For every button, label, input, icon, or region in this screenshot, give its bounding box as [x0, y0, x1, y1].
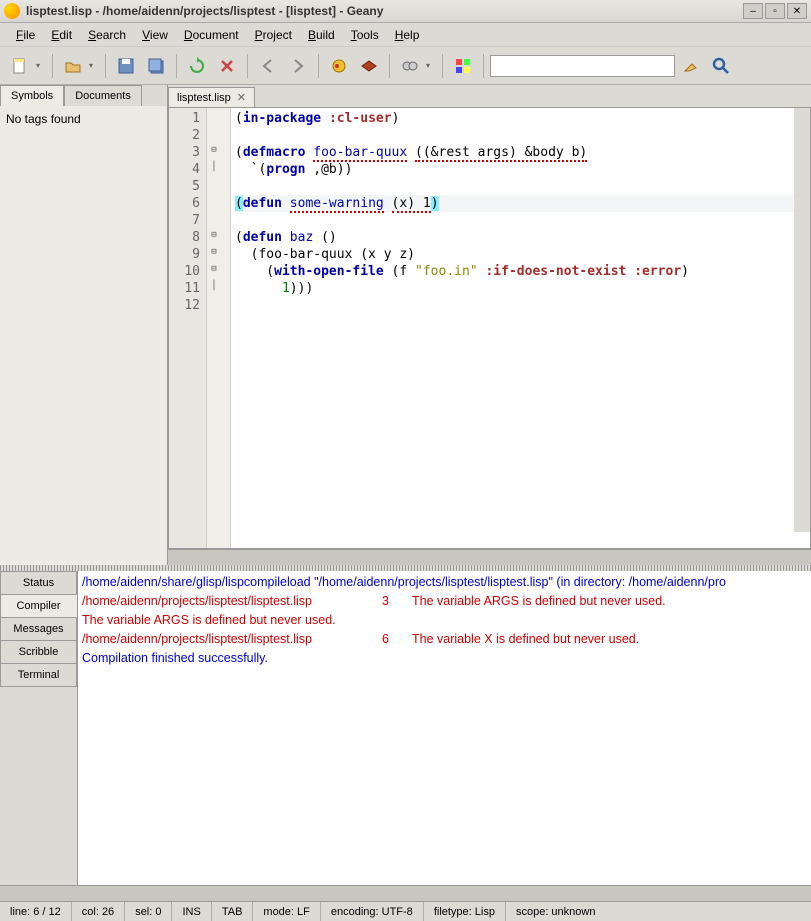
- close-button[interactable]: ✕: [787, 3, 807, 19]
- app-icon: [4, 3, 20, 19]
- status-tab: TAB: [212, 902, 254, 921]
- color-chooser-button[interactable]: [449, 52, 477, 80]
- status-mode: mode: LF: [253, 902, 320, 921]
- window-title: lisptest.lisp - /home/aidenn/projects/li…: [26, 4, 743, 18]
- compiler-output[interactable]: /home/aidenn/share/glisp/lispcompileload…: [78, 571, 811, 885]
- status-col: col: 26: [72, 902, 125, 921]
- save-all-button[interactable]: [142, 52, 170, 80]
- line-number-gutter: 123456789101112: [169, 108, 207, 548]
- status-scope: scope: unknown: [506, 902, 811, 921]
- find-button[interactable]: [707, 52, 735, 80]
- messages-horizontal-scrollbar[interactable]: [0, 885, 811, 901]
- open-dropdown[interactable]: ▾: [89, 61, 99, 70]
- message-tabs: Status Compiler Messages Scribble Termin…: [0, 571, 78, 885]
- margin-gutter: [221, 108, 231, 548]
- nav-back-button[interactable]: [254, 52, 282, 80]
- toolbar: ▾ ▾ ▾: [0, 47, 811, 85]
- reload-button[interactable]: [183, 52, 211, 80]
- msg-tab-messages[interactable]: Messages: [0, 617, 77, 641]
- close-file-button[interactable]: [213, 52, 241, 80]
- run-dropdown[interactable]: ▾: [426, 61, 436, 70]
- run-button[interactable]: [396, 52, 424, 80]
- code-editor[interactable]: 123456789101112 ⊟│ ⊟⊟⊟│ (in-package :cl-…: [168, 107, 811, 549]
- menu-search[interactable]: Search: [80, 26, 134, 44]
- horizontal-scrollbar[interactable]: [168, 549, 811, 565]
- status-encoding: encoding: UTF-8: [321, 902, 424, 921]
- menu-project[interactable]: Project: [247, 26, 300, 44]
- minimize-button[interactable]: ‒: [743, 3, 763, 19]
- statusbar: line: 6 / 12 col: 26 sel: 0 INS TAB mode…: [0, 901, 811, 921]
- open-button[interactable]: [59, 52, 87, 80]
- titlebar: lisptest.lisp - /home/aidenn/projects/li…: [0, 0, 811, 23]
- search-input[interactable]: [490, 55, 675, 77]
- maximize-button[interactable]: ▫: [765, 3, 785, 19]
- file-tab-label: lisptest.lisp: [177, 92, 231, 104]
- new-file-dropdown[interactable]: ▾: [36, 61, 46, 70]
- sidebar-tab-symbols[interactable]: Symbols: [0, 85, 64, 106]
- file-tab-lisptest[interactable]: lisptest.lisp ✕: [168, 87, 255, 107]
- msg-tab-status[interactable]: Status: [0, 571, 77, 595]
- sidebar-body: No tags found: [0, 106, 167, 565]
- sidebar: Symbols Documents No tags found: [0, 85, 168, 565]
- build-button[interactable]: [355, 52, 383, 80]
- msg-tab-compiler[interactable]: Compiler: [0, 594, 77, 618]
- menubar: File Edit Search View Document Project B…: [0, 23, 811, 47]
- menu-file[interactable]: File: [8, 26, 43, 44]
- menu-document[interactable]: Document: [176, 26, 247, 44]
- vertical-scrollbar[interactable]: [794, 108, 810, 532]
- sidebar-tab-documents[interactable]: Documents: [64, 85, 142, 106]
- status-sel: sel: 0: [125, 902, 172, 921]
- menu-edit[interactable]: Edit: [43, 26, 80, 44]
- status-ins: INS: [172, 902, 211, 921]
- new-file-button[interactable]: [6, 52, 34, 80]
- menu-build[interactable]: Build: [300, 26, 343, 44]
- status-line: line: 6 / 12: [0, 902, 72, 921]
- nav-forward-button[interactable]: [284, 52, 312, 80]
- clear-search-button[interactable]: [677, 52, 705, 80]
- compile-button[interactable]: [325, 52, 353, 80]
- save-button[interactable]: [112, 52, 140, 80]
- code-body[interactable]: (in-package :cl-user) (defmacro foo-bar-…: [231, 108, 810, 548]
- status-filetype: filetype: Lisp: [424, 902, 506, 921]
- close-icon[interactable]: ✕: [237, 91, 246, 104]
- msg-tab-scribble[interactable]: Scribble: [0, 640, 77, 664]
- menu-view[interactable]: View: [134, 26, 176, 44]
- menu-help[interactable]: Help: [387, 26, 428, 44]
- fold-gutter[interactable]: ⊟│ ⊟⊟⊟│: [207, 108, 221, 548]
- menu-tools[interactable]: Tools: [343, 26, 387, 44]
- msg-tab-terminal[interactable]: Terminal: [0, 663, 77, 687]
